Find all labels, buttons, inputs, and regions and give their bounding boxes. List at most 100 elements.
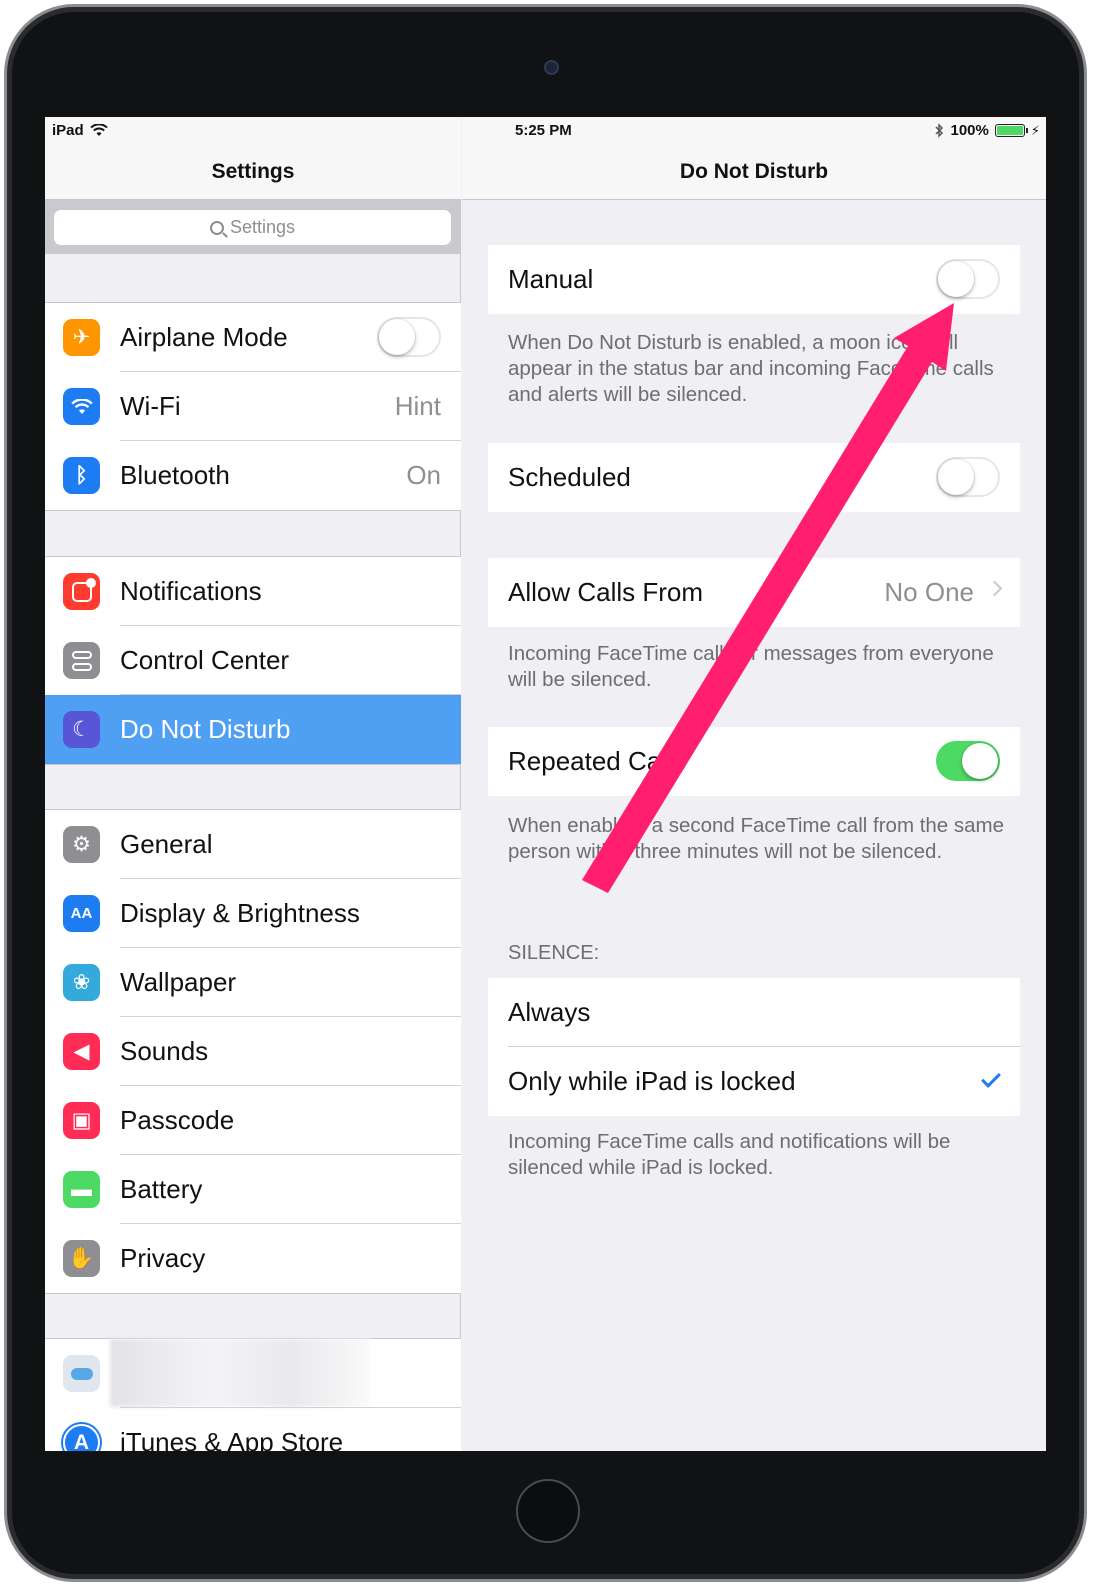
control-center-icon [63, 642, 100, 679]
sidebar-item-bluetooth[interactable]: ᛒ Bluetooth On [45, 441, 461, 510]
silence-header: SILENCE: [508, 942, 600, 964]
allow-calls-value: No One [884, 577, 974, 607]
hand-icon: ✋ [63, 1240, 100, 1277]
status-time: 5:25 PM [515, 122, 572, 139]
sidebar-item-itunes-app-store[interactable]: AiTunes & App Store [45, 1408, 461, 1451]
blurred-account-name [110, 1339, 370, 1407]
sidebar-item-label: Sounds [120, 1036, 209, 1066]
repeated-calls-label: Repeated Calls [508, 746, 686, 776]
repeated-calls-toggle[interactable] [936, 741, 1000, 781]
sidebar-item-do-not-disturb[interactable]: ☾ Do Not Disturb [45, 695, 461, 764]
moon-icon: ☾ [63, 711, 100, 748]
search-placeholder: Settings [229, 217, 296, 237]
allow-calls-card: Allow Calls From No One [488, 558, 1020, 627]
scheduled-toggle[interactable] [936, 457, 1000, 497]
silence-card: Always Only while iPad is locked [488, 978, 1020, 1116]
silence-option-label: Always [508, 997, 591, 1027]
manual-row[interactable]: Manual [488, 245, 1020, 314]
sidebar-item-label: Bluetooth [120, 460, 230, 490]
status-bar: iPad 5:25 PM 100% ⚡ [45, 117, 1046, 143]
sidebar-item-label: Battery [120, 1174, 203, 1204]
sidebar-item-label: Privacy [120, 1243, 206, 1273]
repeated-calls-card: Repeated Calls [488, 727, 1020, 796]
scheduled-row[interactable]: Scheduled [488, 443, 1020, 512]
wifi-icon [63, 388, 100, 425]
display-icon: AA [63, 895, 100, 932]
manual-toggle[interactable] [936, 259, 1000, 299]
sidebar-item-label: Notifications [120, 576, 262, 606]
charging-icon: ⚡ [1030, 122, 1040, 138]
sidebar-item-label: Wallpaper [120, 967, 237, 997]
allow-calls-label: Allow Calls From [508, 577, 704, 607]
checkmark-icon [981, 1068, 1001, 1088]
home-button[interactable] [516, 1479, 580, 1543]
sidebar-item-label: Passcode [120, 1105, 235, 1135]
do-not-disturb-pane: Do Not Disturb Manual When Do Not Distur… [462, 117, 1046, 1451]
toggle-knob [962, 743, 998, 779]
airplane-icon: ✈ [63, 319, 100, 356]
gear-icon: ⚙ [63, 826, 100, 863]
sidebar-item-value: On [406, 460, 441, 490]
manual-label: Manual [508, 264, 594, 294]
sidebar-item-label: Control Center [120, 645, 290, 675]
battery-percent: 100% [950, 122, 989, 139]
sidebar-item-battery[interactable]: ▬ Battery [45, 1155, 461, 1224]
sidebar-item-label: General [120, 829, 213, 859]
search-area: Settings [45, 200, 461, 254]
silence-option-always[interactable]: Always [488, 978, 1020, 1047]
sidebar-item-display-brightness[interactable]: AA Display & Brightness [45, 879, 461, 948]
toggle-knob [938, 459, 974, 495]
silence-option-locked[interactable]: Only while iPad is locked [488, 1047, 1020, 1116]
notifications-icon [63, 573, 100, 610]
sidebar-item-privacy[interactable]: ✋ Privacy [45, 1224, 461, 1293]
chevron-right-icon [986, 580, 1003, 597]
toggle-knob [938, 261, 974, 297]
detail-title: Do Not Disturb [679, 160, 829, 183]
repeated-calls-footer: When enabled, a second FaceTime call fro… [508, 814, 1005, 863]
sidebar-item-account[interactable] [45, 1339, 461, 1408]
sidebar-item-control-center[interactable]: Control Center [45, 626, 461, 695]
app-store-icon: A [63, 1424, 100, 1451]
silence-footer: Incoming FaceTime calls and notification… [508, 1130, 951, 1179]
wifi-status-icon [89, 124, 108, 136]
allow-calls-footer: Incoming FaceTime calls or messages from… [508, 642, 994, 691]
sidebar-item-label: Airplane Mode [120, 322, 288, 352]
sidebar-item-general[interactable]: ⚙ General [45, 810, 461, 879]
sidebar-item-label: iTunes & App Store [120, 1427, 344, 1451]
device-name: iPad [52, 122, 84, 139]
settings-sidebar: Settings Settings ✈ Airplane Mode Wi-Fi Hin… [45, 117, 461, 1451]
camera [544, 60, 559, 75]
wallpaper-icon: ❀ [63, 964, 100, 1001]
settings-group: Notifications Control Center ☾ Do Not Distu… [45, 556, 461, 765]
manual-card: Manual [488, 245, 1020, 314]
settings-group: ⚙ General AA Display & Brightness ❀ Wallpaper… [45, 809, 461, 1294]
sidebar-item-passcode[interactable]: ▣ Passcode [45, 1086, 461, 1155]
lock-icon: ▣ [63, 1102, 100, 1139]
search-input[interactable]: Settings [54, 210, 451, 245]
battery-icon [994, 124, 1028, 137]
silence-option-label: Only while iPad is locked [508, 1066, 796, 1096]
icloud-icon [63, 1355, 100, 1392]
sidebar-item-airplane-mode[interactable]: ✈ Airplane Mode [45, 303, 461, 372]
airplane-mode-toggle[interactable] [377, 317, 441, 357]
repeated-calls-row[interactable]: Repeated Calls [488, 727, 1020, 796]
sidebar-item-wallpaper[interactable]: ❀ Wallpaper [45, 948, 461, 1017]
scheduled-card: Scheduled [488, 443, 1020, 512]
manual-footer: When Do Not Disturb is enabled, a moon i… [508, 331, 994, 406]
settings-group: AiTunes & App Store [45, 1338, 461, 1451]
speaker-icon: ◀ [63, 1033, 100, 1070]
sidebar-item-value: Hint [394, 391, 441, 421]
sidebar-item-notifications[interactable]: Notifications [45, 557, 461, 626]
allow-calls-row[interactable]: Allow Calls From No One [488, 558, 1020, 627]
sidebar-item-label: Wi-Fi [120, 391, 181, 421]
sidebar-item-wi-fi[interactable]: Wi-Fi Hint [45, 372, 461, 441]
sidebar-item-label: Do Not Disturb [120, 714, 291, 744]
scheduled-label: Scheduled [508, 462, 631, 492]
sidebar-item-label: Display & Brightness [120, 898, 360, 928]
settings-group: ✈ Airplane Mode Wi-Fi Hint ᛒ Bluetooth On [45, 302, 461, 511]
battery-icon: ▬ [63, 1171, 100, 1208]
sidebar-item-sounds[interactable]: ◀ Sounds [45, 1017, 461, 1086]
sidebar-title: Settings [211, 160, 295, 183]
screen: iPad 5:25 PM 100% ⚡ Settings Settings ✈ … [45, 117, 1046, 1451]
toggle-knob [379, 319, 415, 355]
